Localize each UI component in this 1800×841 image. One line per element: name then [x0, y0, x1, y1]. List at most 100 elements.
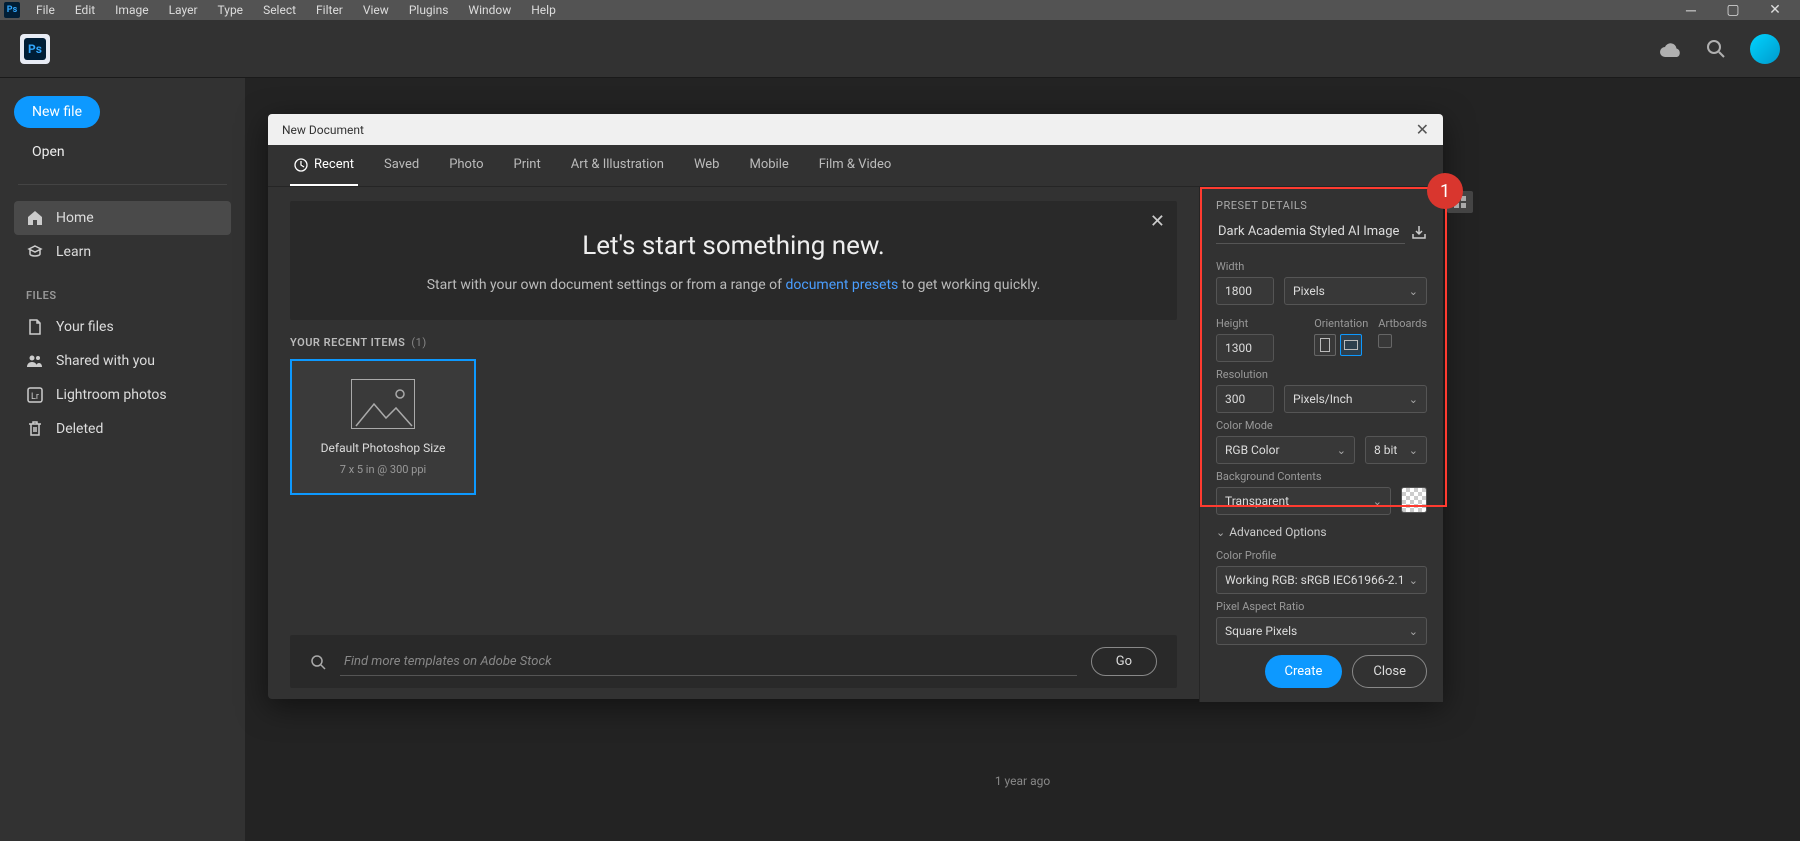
artboards-checkbox[interactable] [1378, 334, 1392, 348]
color-mode-select[interactable]: RGB Color⌄ [1216, 436, 1355, 464]
landscape-icon [1344, 340, 1358, 350]
chevron-down-icon: ⌄ [1409, 444, 1418, 457]
pixel-aspect-select[interactable]: Square Pixels⌄ [1216, 617, 1427, 645]
menu-select[interactable]: Select [253, 1, 306, 19]
nav-shared-label: Shared with you [56, 353, 155, 369]
resolution-input[interactable] [1216, 385, 1274, 413]
artboards-label: Artboards [1378, 317, 1427, 330]
app-logo: Ps [20, 34, 50, 64]
save-preset-icon[interactable] [1411, 224, 1427, 240]
menu-file[interactable]: File [26, 1, 65, 19]
menu-plugins[interactable]: Plugins [399, 1, 459, 19]
panel-title: PRESET DETAILS [1216, 199, 1427, 212]
nav-lightroom[interactable]: Lr Lightroom photos [14, 378, 231, 412]
portrait-icon [1320, 338, 1330, 352]
open-button[interactable]: Open [14, 136, 231, 168]
stock-search-input[interactable] [340, 648, 1077, 676]
height-label: Height [1216, 317, 1304, 330]
menu-layer[interactable]: Layer [159, 1, 208, 19]
color-mode-label: Color Mode [1216, 419, 1427, 432]
new-document-dialog: New Document ✕ Recent Saved Photo Print … [268, 114, 1443, 699]
annotation-badge: 1 [1427, 173, 1463, 209]
recent-item[interactable]: Default Photoshop Size 7 x 5 in @ 300 pp… [290, 359, 476, 495]
nav-your-files-label: Your files [56, 319, 114, 335]
menu-filter[interactable]: Filter [306, 1, 353, 19]
pixel-aspect-label: Pixel Aspect Ratio [1216, 600, 1427, 613]
height-input[interactable] [1216, 334, 1274, 362]
tab-print[interactable]: Print [510, 145, 545, 186]
minimize-button[interactable]: ─ [1670, 0, 1712, 20]
timestamp: 1 year ago [245, 774, 1800, 788]
chevron-down-icon: ⌄ [1409, 393, 1418, 406]
stock-search-row: Go [290, 635, 1177, 688]
clock-icon [294, 158, 308, 172]
menu-view[interactable]: View [353, 1, 399, 19]
hero-close-button[interactable]: ✕ [1150, 211, 1165, 232]
tab-art[interactable]: Art & Illustration [567, 145, 668, 186]
tab-photo[interactable]: Photo [445, 145, 487, 186]
cloud-icon[interactable] [1660, 41, 1682, 57]
tab-film[interactable]: Film & Video [815, 145, 896, 186]
resolution-label: Resolution [1216, 368, 1427, 381]
bit-depth-select[interactable]: 8 bit⌄ [1365, 436, 1427, 464]
sidebar: New file Open Home Learn FILES Your file… [0, 78, 245, 841]
orientation-landscape-button[interactable] [1340, 334, 1362, 356]
home-icon [26, 209, 44, 227]
nav-deleted[interactable]: Deleted [14, 412, 231, 446]
hero-text: Start with your own document settings or… [320, 275, 1147, 296]
menu-window[interactable]: Window [458, 1, 521, 19]
color-profile-select[interactable]: Working RGB: sRGB IEC61966-2.1⌄ [1216, 566, 1427, 594]
menu-type[interactable]: Type [208, 1, 254, 19]
nav-learn[interactable]: Learn [14, 235, 231, 269]
tab-saved[interactable]: Saved [380, 145, 423, 186]
document-presets-link[interactable]: document presets [786, 277, 899, 293]
top-toolbar: Ps [0, 20, 1800, 78]
width-unit-select[interactable]: Pixels⌄ [1284, 277, 1427, 305]
tab-mobile[interactable]: Mobile [745, 145, 792, 186]
create-button[interactable]: Create [1265, 655, 1343, 688]
dialog-title-text: New Document [282, 123, 364, 137]
menu-help[interactable]: Help [521, 1, 566, 19]
dialog-close-button[interactable]: ✕ [1416, 120, 1429, 139]
recent-item-size: 7 x 5 in @ 300 ppi [340, 463, 426, 476]
nav-home-label: Home [56, 210, 94, 226]
background-select[interactable]: Transparent⌄ [1216, 487, 1391, 515]
image-placeholder-icon [351, 379, 415, 429]
close-window-button[interactable]: ✕ [1754, 0, 1796, 20]
background-color-swatch[interactable] [1401, 487, 1427, 513]
avatar[interactable] [1750, 34, 1780, 64]
tab-recent[interactable]: Recent [290, 145, 358, 186]
chevron-down-icon: ⌄ [1216, 526, 1225, 539]
background-label: Background Contents [1216, 470, 1427, 483]
preset-name-input[interactable] [1216, 220, 1405, 244]
hero-title: Let's start something new. [320, 231, 1147, 261]
nav-home[interactable]: Home [14, 201, 231, 235]
orientation-portrait-button[interactable] [1314, 334, 1336, 356]
chevron-down-icon: ⌄ [1409, 625, 1418, 638]
close-button[interactable]: Close [1352, 655, 1427, 688]
nav-your-files[interactable]: Your files [14, 310, 231, 344]
new-file-button[interactable]: New file [14, 96, 100, 128]
color-profile-label: Color Profile [1216, 549, 1427, 562]
menu-image[interactable]: Image [105, 1, 158, 19]
chevron-down-icon: ⌄ [1337, 444, 1346, 457]
nav-shared[interactable]: Shared with you [14, 344, 231, 378]
resolution-unit-select[interactable]: Pixels/Inch⌄ [1284, 385, 1427, 413]
width-input[interactable] [1216, 277, 1274, 305]
menubar: Ps File Edit Image Layer Type Select Fil… [0, 0, 1800, 20]
orientation-label: Orientation [1314, 317, 1368, 330]
nav-lightroom-label: Lightroom photos [56, 387, 167, 403]
document-icon [26, 318, 44, 336]
recent-item-name: Default Photoshop Size [321, 441, 446, 455]
hero-banner: ✕ Let's start something new. Start with … [290, 201, 1177, 320]
chevron-down-icon: ⌄ [1409, 285, 1418, 298]
tab-web[interactable]: Web [690, 145, 724, 186]
go-button[interactable]: Go [1091, 647, 1157, 676]
search-icon[interactable] [1706, 39, 1726, 59]
menu-edit[interactable]: Edit [65, 1, 105, 19]
maximize-button[interactable]: ▢ [1712, 0, 1754, 20]
files-section-label: FILES [26, 289, 219, 302]
ps-badge-icon: Ps [4, 2, 20, 18]
advanced-options-toggle[interactable]: ⌄ Advanced Options [1216, 525, 1427, 539]
nav-learn-label: Learn [56, 244, 91, 260]
